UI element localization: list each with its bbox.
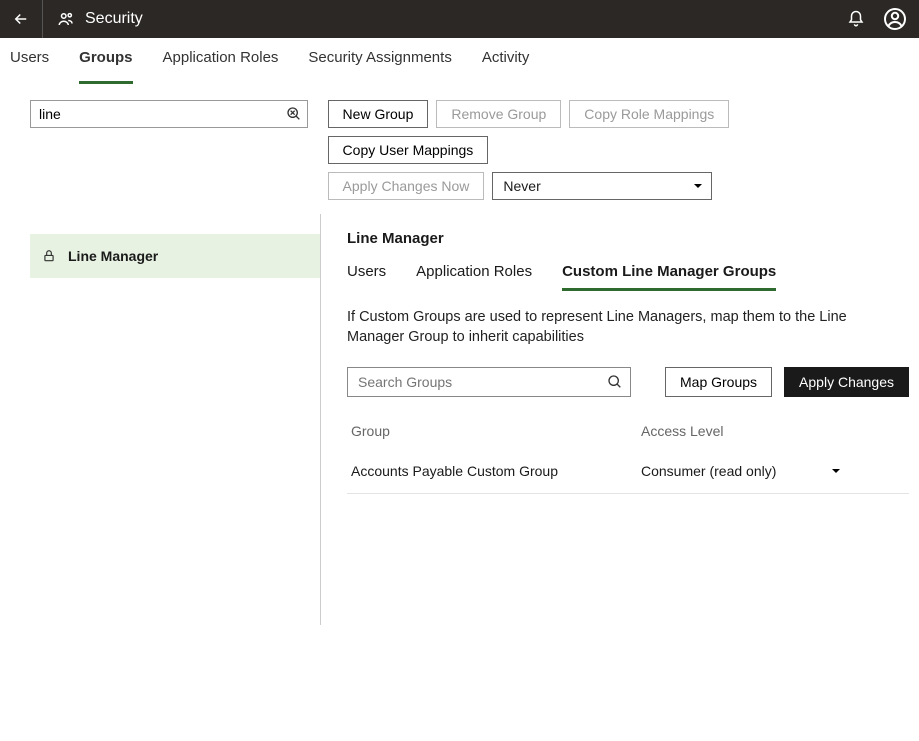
sidebar-item-label: Line Manager [68, 248, 158, 264]
search-groups-input[interactable] [347, 367, 631, 397]
toolbar: New Group Remove Group Copy Role Mapping… [0, 84, 919, 200]
detail-pane: Line Manager Users Application Roles Cus… [331, 214, 919, 625]
header-left: Security [12, 0, 143, 38]
main-area: Line Manager Line Manager Users Applicat… [0, 214, 919, 625]
cell-group-name: Accounts Payable Custom Group [351, 463, 641, 479]
sidebar: Line Manager [0, 214, 320, 625]
apply-changes-button[interactable]: Apply Changes [784, 367, 909, 397]
detail-description: If Custom Groups are used to represent L… [347, 308, 907, 347]
remove-group-button: Remove Group [436, 100, 561, 128]
detail-title: Line Manager [347, 230, 909, 247]
app-header: Security [0, 0, 919, 38]
subtab-custom-groups[interactable]: Custom Line Manager Groups [562, 263, 776, 291]
search-groups [347, 367, 631, 397]
schedule-select[interactable]: Never [492, 172, 712, 200]
tab-groups[interactable]: Groups [79, 38, 132, 84]
tab-security-assignments[interactable]: Security Assignments [308, 38, 451, 84]
caret-down-icon [831, 466, 841, 476]
col-header-access: Access Level [641, 423, 905, 439]
group-search-input[interactable] [30, 100, 308, 128]
col-header-group: Group [351, 423, 641, 439]
subtab-application-roles[interactable]: Application Roles [416, 263, 532, 291]
arrow-left-icon [12, 10, 30, 28]
grid-header: Group Access Level [347, 423, 909, 449]
detail-toolbar: Map Groups Apply Changes [347, 367, 909, 397]
bell-icon[interactable] [847, 10, 865, 28]
map-groups-button[interactable]: Map Groups [665, 367, 772, 397]
caret-down-icon [693, 181, 703, 191]
new-group-button[interactable]: New Group [328, 100, 429, 128]
sidebar-item-line-manager[interactable]: Line Manager [30, 234, 320, 278]
access-level-value: Consumer (read only) [641, 463, 776, 479]
schedule-select-value: Never [503, 178, 540, 194]
access-level-select[interactable]: Consumer (read only) [641, 463, 841, 479]
header-right [847, 7, 907, 31]
tab-users[interactable]: Users [10, 38, 49, 84]
search-icon[interactable] [607, 374, 623, 390]
user-avatar-icon[interactable] [883, 7, 907, 31]
detail-subtabs: Users Application Roles Custom Line Mana… [347, 263, 909, 292]
clear-search-icon[interactable] [286, 106, 302, 122]
tab-application-roles[interactable]: Application Roles [163, 38, 279, 84]
page-title: Security [85, 10, 143, 28]
back-button[interactable] [12, 0, 43, 38]
group-search [30, 100, 308, 128]
tab-activity[interactable]: Activity [482, 38, 530, 84]
lock-icon [42, 249, 56, 263]
copy-role-mappings-button: Copy Role Mappings [569, 100, 729, 128]
users-icon [57, 10, 75, 28]
vertical-divider [320, 214, 321, 625]
top-tabs: Users Groups Application Roles Security … [0, 38, 919, 84]
apply-changes-now-button: Apply Changes Now [328, 172, 485, 200]
copy-user-mappings-button[interactable]: Copy User Mappings [328, 136, 489, 164]
table-row: Accounts Payable Custom Group Consumer (… [347, 449, 909, 494]
subtab-users[interactable]: Users [347, 263, 386, 291]
